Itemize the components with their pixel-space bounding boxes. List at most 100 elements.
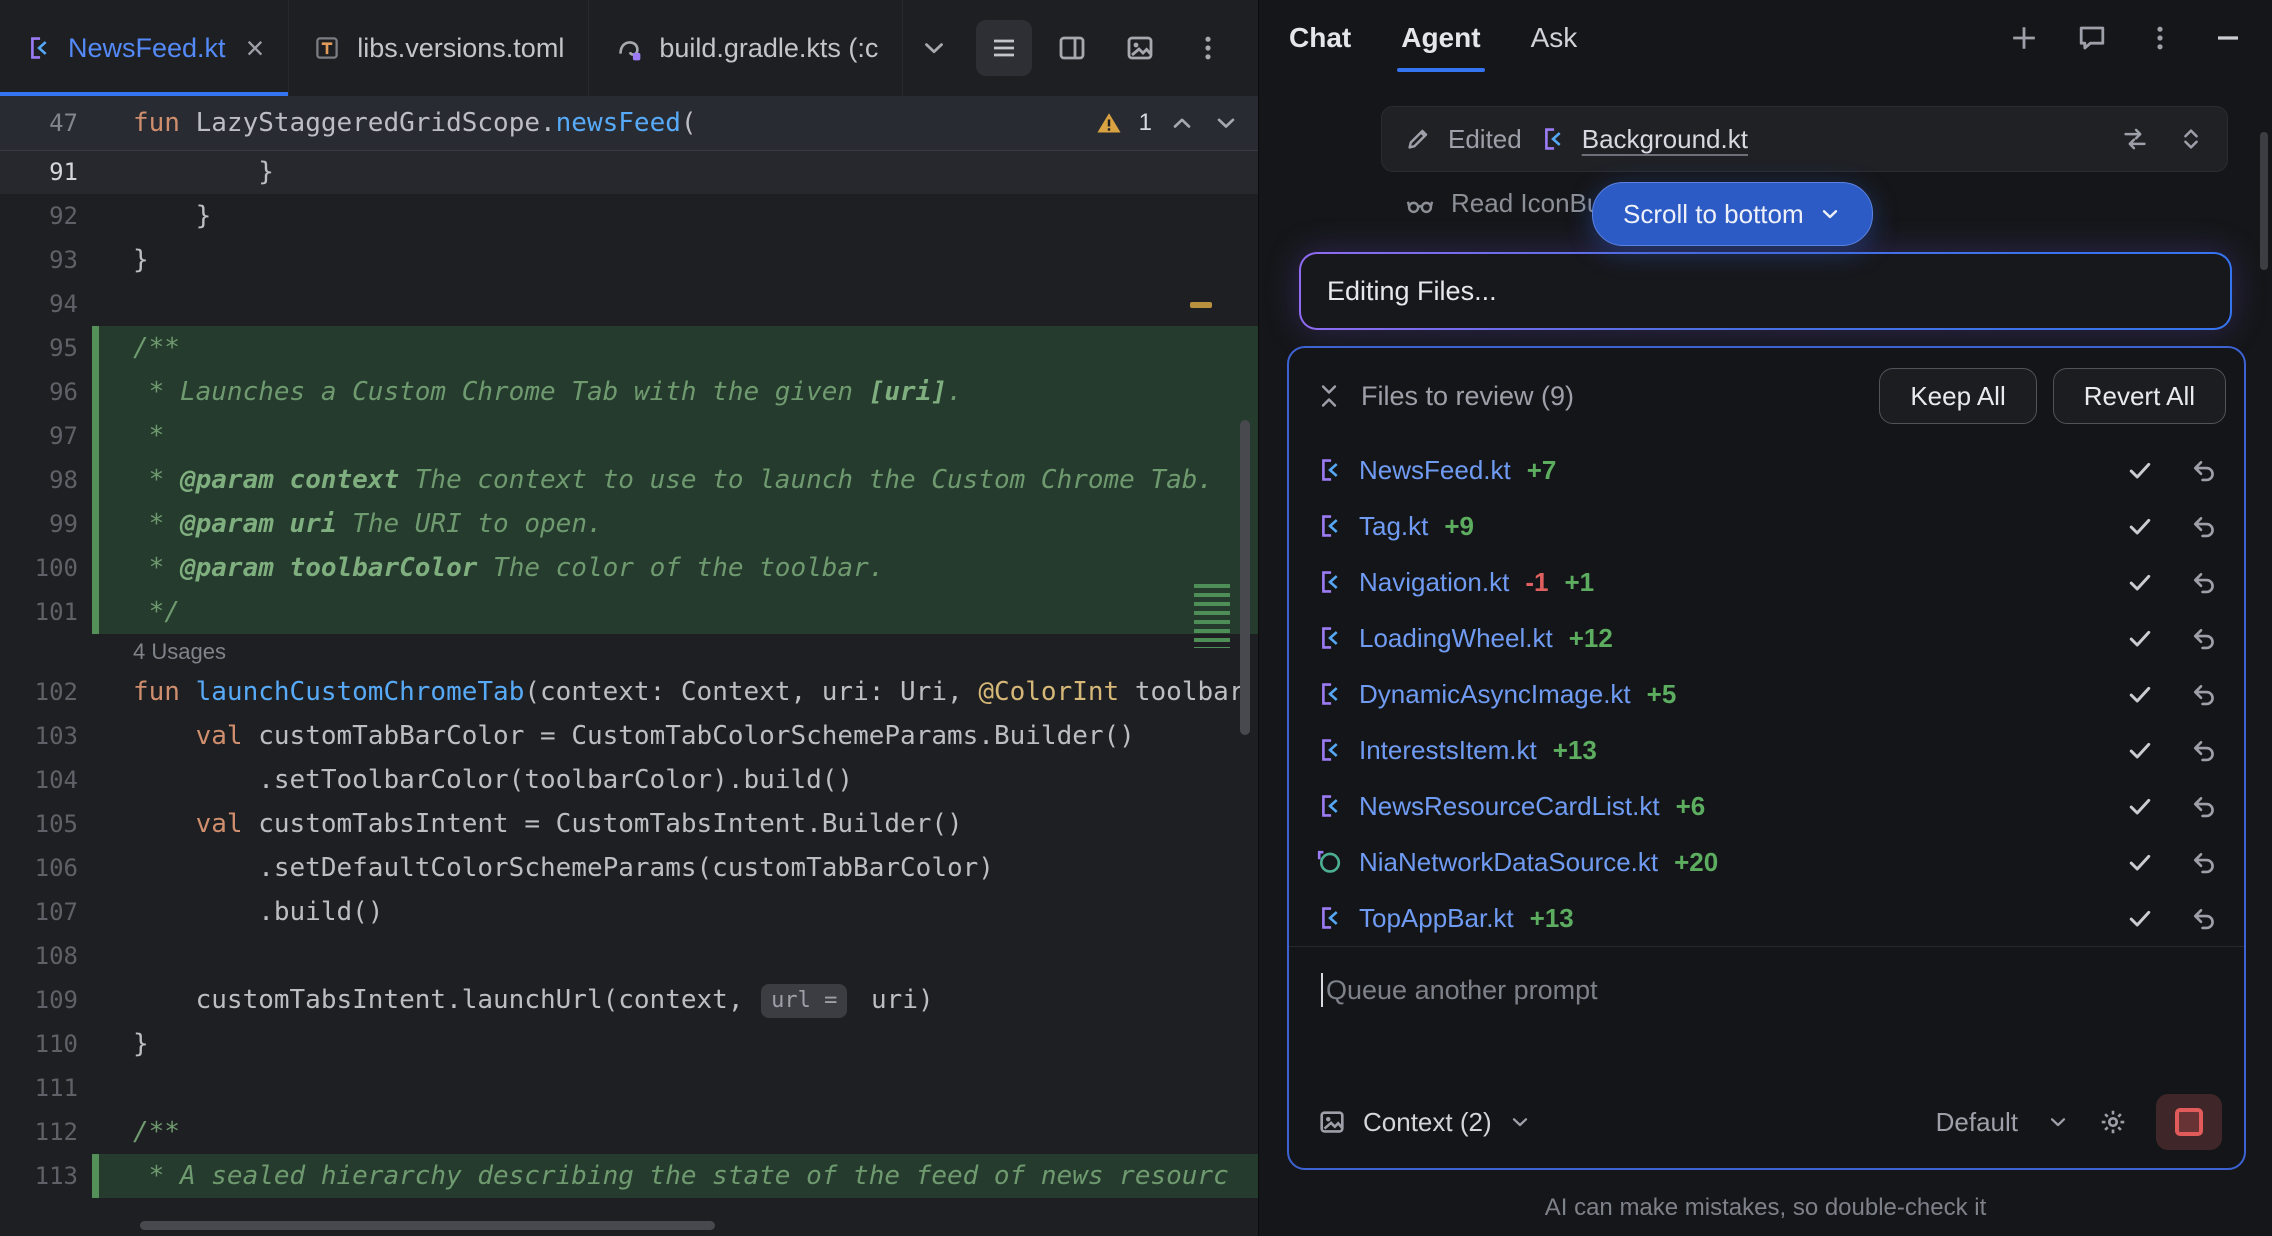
- editor-vertical-scrollbar[interactable]: [1240, 420, 1250, 735]
- file-link[interactable]: Navigation.kt: [1359, 567, 1509, 598]
- accept-file-button[interactable]: [2126, 904, 2154, 932]
- context-selector[interactable]: Context (2): [1363, 1107, 1492, 1138]
- accept-file-button[interactable]: [2126, 848, 2154, 876]
- line-number[interactable]: 113: [0, 1154, 92, 1198]
- settings-gear-icon[interactable]: [2098, 1107, 2128, 1137]
- line-number[interactable]: 102: [0, 670, 92, 714]
- revert-file-button[interactable]: [2190, 624, 2218, 652]
- line-number[interactable]: 97: [0, 414, 92, 458]
- tab-ask[interactable]: Ask: [1529, 4, 1580, 72]
- revert-file-button[interactable]: [2190, 792, 2218, 820]
- line-number[interactable]: 112: [0, 1110, 92, 1154]
- line-number[interactable]: 93: [0, 238, 92, 282]
- tab-agent[interactable]: Agent: [1399, 4, 1482, 72]
- revert-file-button[interactable]: [2190, 848, 2218, 876]
- revert-file-button[interactable]: [2190, 904, 2218, 932]
- new-chat-icon[interactable]: [2008, 22, 2040, 54]
- code-line: 105 val customTabsIntent = CustomTabsInt…: [0, 802, 1258, 846]
- revert-file-button[interactable]: [2190, 736, 2218, 764]
- code-editor[interactable]: 91 }92 }93}9495/**96 * Launches a Custom…: [0, 150, 1258, 1236]
- file-link[interactable]: NewsResourceCardList.kt: [1359, 791, 1660, 822]
- accept-file-button[interactable]: [2126, 568, 2154, 596]
- split-editor-icon[interactable]: [1044, 20, 1100, 76]
- line-number[interactable]: 111: [0, 1066, 92, 1110]
- file-link[interactable]: NewsFeed.kt: [1359, 455, 1511, 486]
- tab-libs-versions-toml[interactable]: libs.versions.toml: [289, 0, 589, 96]
- accept-file-button[interactable]: [2126, 512, 2154, 540]
- code-line: 91 }: [0, 150, 1258, 194]
- line-number[interactable]: 100: [0, 546, 92, 590]
- attach-image-icon[interactable]: [1317, 1107, 1347, 1137]
- line-number[interactable]: 103: [0, 714, 92, 758]
- agent-status-box[interactable]: Editing Files...: [1299, 252, 2232, 330]
- next-problem-icon[interactable]: [1212, 109, 1240, 137]
- open-diff-icon[interactable]: [2121, 125, 2149, 153]
- chat-history-icon[interactable]: [2076, 22, 2108, 54]
- tab-title: build.gradle.kts (:c: [659, 33, 878, 64]
- more-options-icon[interactable]: [1180, 20, 1236, 76]
- usages-hint[interactable]: 4 Usages: [0, 634, 1258, 670]
- line-number[interactable]: 109: [0, 978, 92, 1022]
- line-number[interactable]: 91: [0, 150, 92, 194]
- warning-icon[interactable]: [1095, 109, 1123, 137]
- edited-file-card[interactable]: Edited Background.kt: [1381, 106, 2228, 172]
- prompt-input[interactable]: Queue another prompt: [1289, 947, 2244, 1007]
- revert-file-button[interactable]: [2190, 456, 2218, 484]
- file-link[interactable]: TopAppBar.kt: [1359, 903, 1514, 934]
- sticky-scope-line[interactable]: 47 fun LazyStaggeredGridScope.newsFeed( …: [0, 96, 1258, 151]
- minimize-panel-icon[interactable]: [2212, 22, 2244, 54]
- chevron-down-icon: [1508, 1110, 1532, 1134]
- collapse-icon[interactable]: [1315, 382, 1343, 410]
- editor-horizontal-scrollbar[interactable]: [140, 1221, 715, 1230]
- file-link[interactable]: DynamicAsyncImage.kt: [1359, 679, 1631, 710]
- edited-file-link[interactable]: Background.kt: [1582, 124, 1748, 155]
- line-number[interactable]: 95: [0, 326, 92, 370]
- panel-more-icon[interactable]: [2144, 22, 2176, 54]
- line-number[interactable]: 110: [0, 1022, 92, 1066]
- accept-file-button[interactable]: [2126, 792, 2154, 820]
- chat-scrollbar[interactable]: [2260, 132, 2268, 270]
- line-number[interactable]: 105: [0, 802, 92, 846]
- list-view-icon[interactable]: [976, 20, 1032, 76]
- chevron-down-icon: [2046, 1110, 2070, 1134]
- close-tab-icon[interactable]: ×: [246, 32, 265, 64]
- revert-file-button[interactable]: [2190, 680, 2218, 708]
- line-number[interactable]: 108: [0, 934, 92, 978]
- expand-collapse-icon[interactable]: [2177, 125, 2205, 153]
- kotlin-file-icon: [1315, 568, 1343, 596]
- revert-all-button[interactable]: Revert All: [2053, 368, 2226, 424]
- line-number[interactable]: 94: [0, 282, 92, 326]
- scroll-to-bottom-button[interactable]: Scroll to bottom: [1592, 182, 1873, 246]
- line-number[interactable]: 92: [0, 194, 92, 238]
- revert-file-button[interactable]: [2190, 568, 2218, 596]
- accept-file-button[interactable]: [2126, 456, 2154, 484]
- tab-chat[interactable]: Chat: [1287, 4, 1353, 72]
- text-caret: [1321, 973, 1323, 1007]
- line-number[interactable]: 101: [0, 590, 92, 634]
- files-to-review-list: NewsFeed.kt+7Tag.kt+9Navigation.kt-1+1Lo…: [1289, 424, 2244, 946]
- line-number[interactable]: 107: [0, 890, 92, 934]
- file-link[interactable]: Tag.kt: [1359, 511, 1428, 542]
- accept-file-button[interactable]: [2126, 736, 2154, 764]
- revert-file-button[interactable]: [2190, 512, 2218, 540]
- file-link[interactable]: InterestsItem.kt: [1359, 735, 1537, 766]
- gradle-kts-icon: [613, 33, 643, 63]
- tab-title: libs.versions.toml: [357, 33, 564, 64]
- file-link[interactable]: LoadingWheel.kt: [1359, 623, 1553, 654]
- line-number[interactable]: 99: [0, 502, 92, 546]
- tab-newsfeed-kt[interactable]: NewsFeed.kt ×: [0, 0, 289, 96]
- line-number[interactable]: 106: [0, 846, 92, 890]
- model-selector[interactable]: Default: [1936, 1107, 2018, 1138]
- line-number[interactable]: 98: [0, 458, 92, 502]
- accept-file-button[interactable]: [2126, 680, 2154, 708]
- previous-problem-icon[interactable]: [1168, 109, 1196, 137]
- accept-file-button[interactable]: [2126, 624, 2154, 652]
- line-number[interactable]: 104: [0, 758, 92, 802]
- keep-all-button[interactable]: Keep All: [1879, 368, 2036, 424]
- file-link[interactable]: NiaNetworkDataSource.kt: [1359, 847, 1658, 878]
- tab-build-gradle-kts[interactable]: build.gradle.kts (:c: [589, 0, 903, 96]
- preview-image-icon[interactable]: [1112, 20, 1168, 76]
- hidden-tabs-chevron[interactable]: [903, 0, 965, 96]
- stop-button[interactable]: [2156, 1094, 2222, 1150]
- line-number[interactable]: 96: [0, 370, 92, 414]
